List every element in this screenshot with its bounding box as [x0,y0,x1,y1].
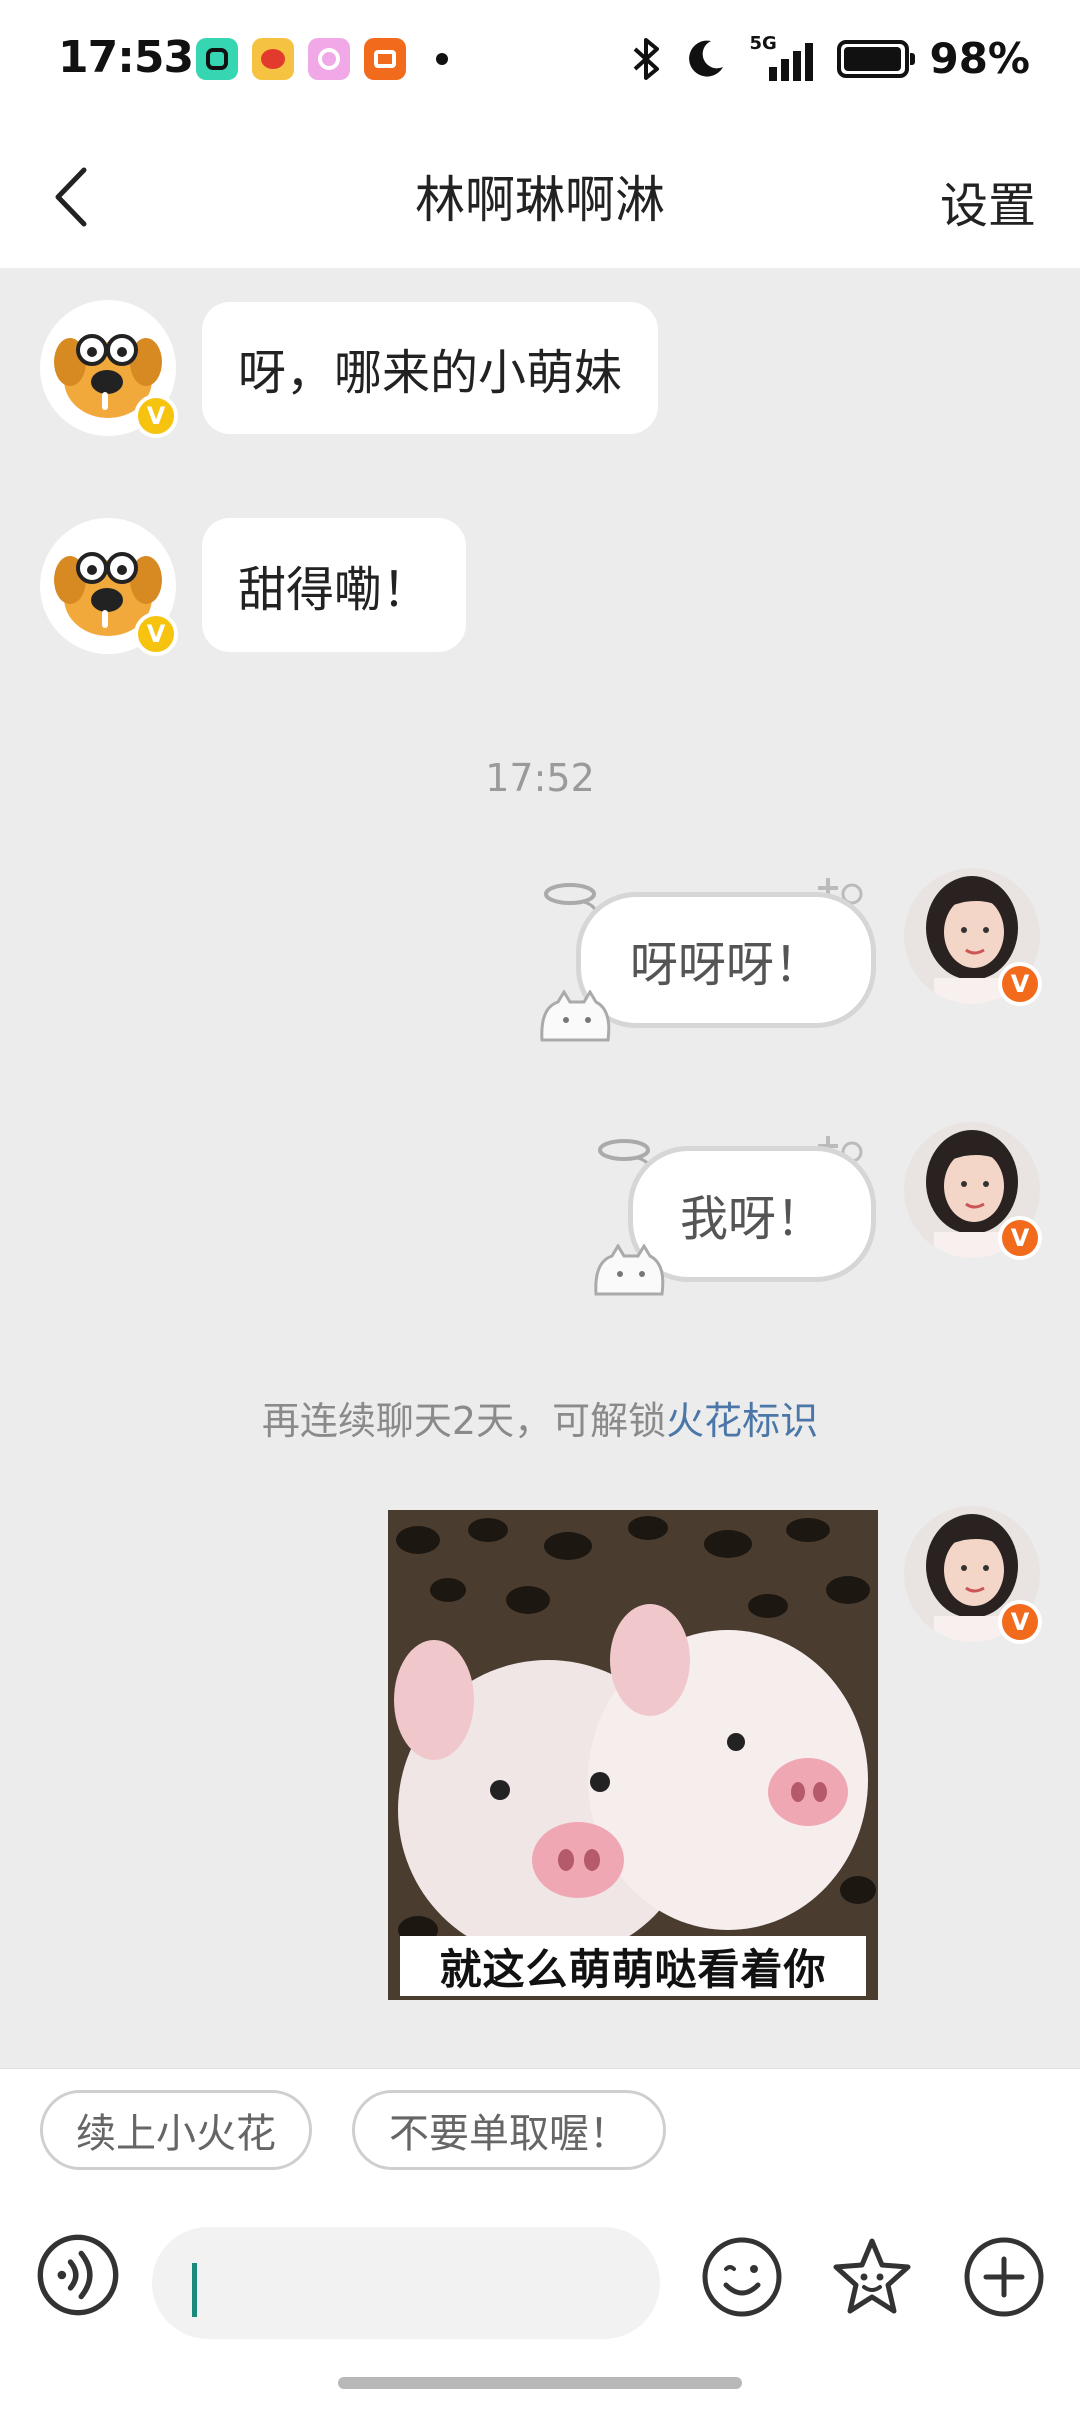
chat-header: 林啊琳啊淋 设置 [0,120,1080,268]
status-time: 17:53 [58,32,194,83]
sticker-caption: 就这么萌萌哒看着你 [400,1936,866,1996]
verified-badge-icon: V [998,962,1042,1006]
sticker-star-icon[interactable] [830,2235,914,2319]
message-bubble[interactable]: 呀呀呀！ [576,892,876,1028]
weibo-icon [252,38,294,80]
chat-screen: 17:53 5G 98% 林啊琳啊淋 设置 V 呀，哪来的小萌妹 V 甜得嘞！ … [0,0,1080,2412]
contact-avatar[interactable]: V [40,300,178,438]
message-bubble[interactable]: 甜得嘞！ [202,518,467,652]
verified-badge-icon: V [998,1216,1042,1260]
notification-app-icons [196,38,448,80]
signal-icon: 5G [747,33,817,81]
home-indicator[interactable] [338,2377,742,2389]
system-message: 再连续聊天2天，可解锁火花标识 [0,1390,1080,1445]
settings-button[interactable]: 设置 [940,166,1036,236]
bottom-panel: 续上小火花 不要单取喔！ [0,2068,1080,2412]
battery-level [844,46,902,71]
network-label: 5G [749,32,777,54]
system-message-text: 再连续聊天2天，可解锁 [261,1399,667,1443]
shopping-app-icon [364,38,406,80]
spark-badge-link[interactable]: 火花标识 [666,1399,818,1443]
more-notifications-dot [436,53,448,65]
sticker-image[interactable]: 就这么萌萌哒看着你 [388,1510,878,2000]
message-input[interactable] [152,2227,660,2339]
chat-title: 林啊琳啊淋 [415,171,665,229]
verified-badge-icon: V [134,394,178,438]
my-avatar[interactable]: V [904,868,1042,1006]
plus-icon[interactable] [962,2235,1046,2319]
input-bar [0,2207,1080,2357]
camera-app-icon [308,38,350,80]
status-right: 5G 98% [629,33,1030,83]
contact-avatar[interactable]: V [40,518,178,656]
status-bar: 17:53 5G 98% [0,0,1080,120]
quick-reply-chip[interactable]: 续上小火花 [40,2090,312,2170]
message-bubble[interactable]: 呀，哪来的小萌妹 [202,302,659,434]
emoji-icon[interactable] [700,2235,784,2319]
my-avatar[interactable]: V [904,1122,1042,1260]
bluetooth-icon [634,37,660,80]
cat-decoration-icon [540,990,611,1042]
battery-icon [837,39,916,78]
text-cursor [192,2263,197,2317]
verified-badge-icon: V [998,1600,1042,1644]
moon-icon [689,40,724,77]
message-list[interactable]: V 呀，哪来的小萌妹 V 甜得嘞！ 17:52 呀呀呀！ V 我呀！ V 再连续… [0,268,1080,2068]
verified-badge-icon: V [134,612,178,656]
app-notification-icon [196,38,238,80]
message-timestamp: 17:52 [485,756,595,800]
voice-icon[interactable] [36,2233,120,2317]
quick-reply-chip[interactable]: 不要单取喔！ [352,2090,666,2170]
piglets-sticker-picture [388,1510,878,2000]
my-avatar[interactable]: V [904,1506,1042,1644]
cat-decoration-icon [594,1244,665,1296]
battery-percent: 98% [929,34,1030,83]
